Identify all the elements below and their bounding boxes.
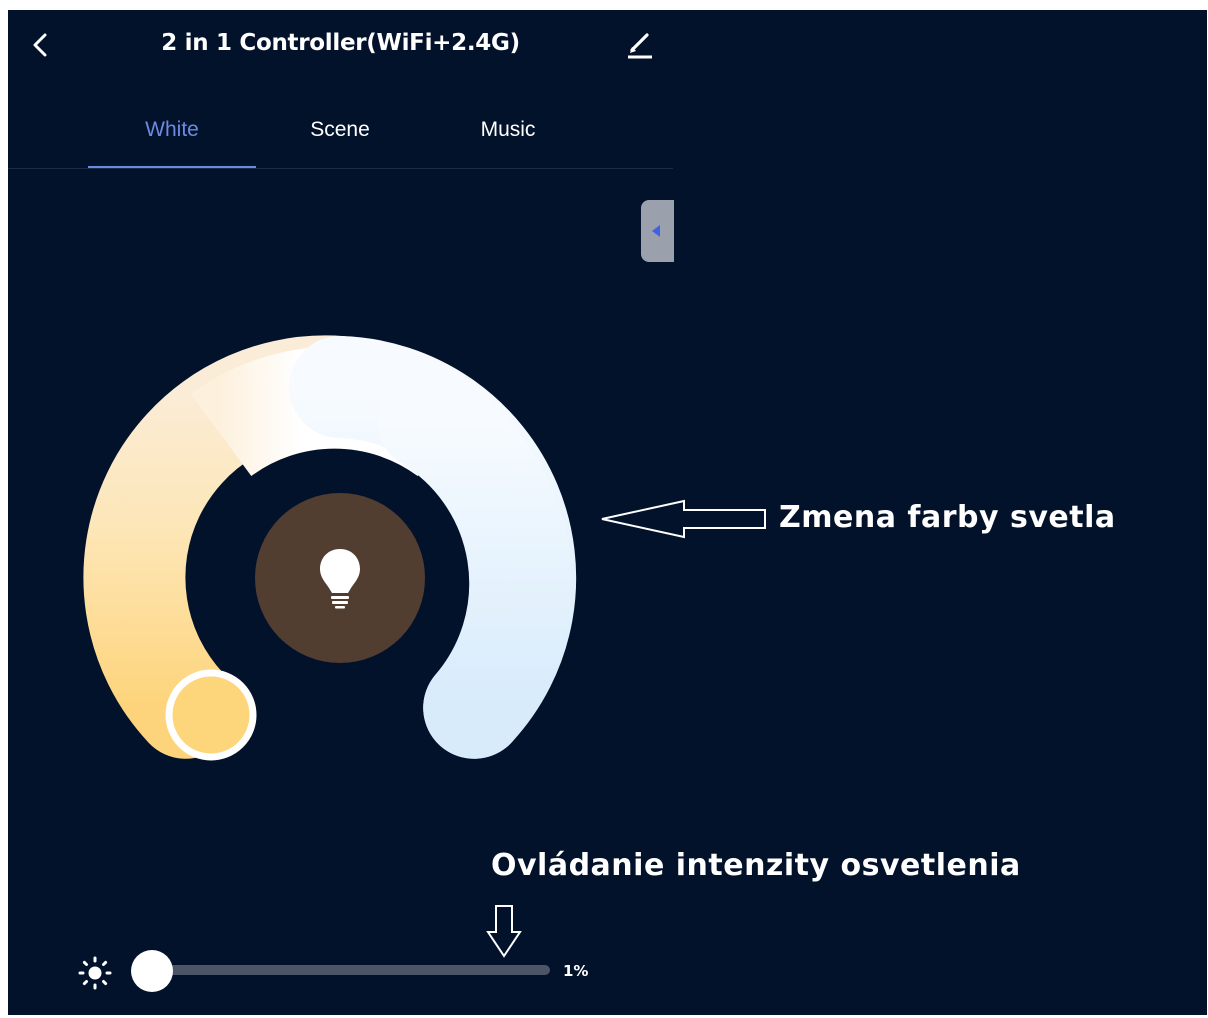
app-screen: 2 in 1 Controller(WiFi+2.4G) White Scene… xyxy=(8,10,1207,1015)
annotation-intensity-control: Ovládanie intenzity osvetlenia xyxy=(491,848,1021,883)
sun-icon xyxy=(78,956,112,990)
annotation-color-change: Zmena farby svetla xyxy=(779,500,1116,535)
brightness-value: 1% xyxy=(563,962,589,980)
annotation-arrow-left xyxy=(601,499,766,539)
brightness-slider-thumb[interactable] xyxy=(131,950,173,992)
power-toggle-button[interactable] xyxy=(255,493,425,663)
color-temperature-dial[interactable] xyxy=(8,10,708,810)
brightness-slider-track[interactable] xyxy=(153,965,550,975)
color-temperature-knob[interactable] xyxy=(165,669,257,761)
annotation-arrow-down xyxy=(486,905,522,958)
